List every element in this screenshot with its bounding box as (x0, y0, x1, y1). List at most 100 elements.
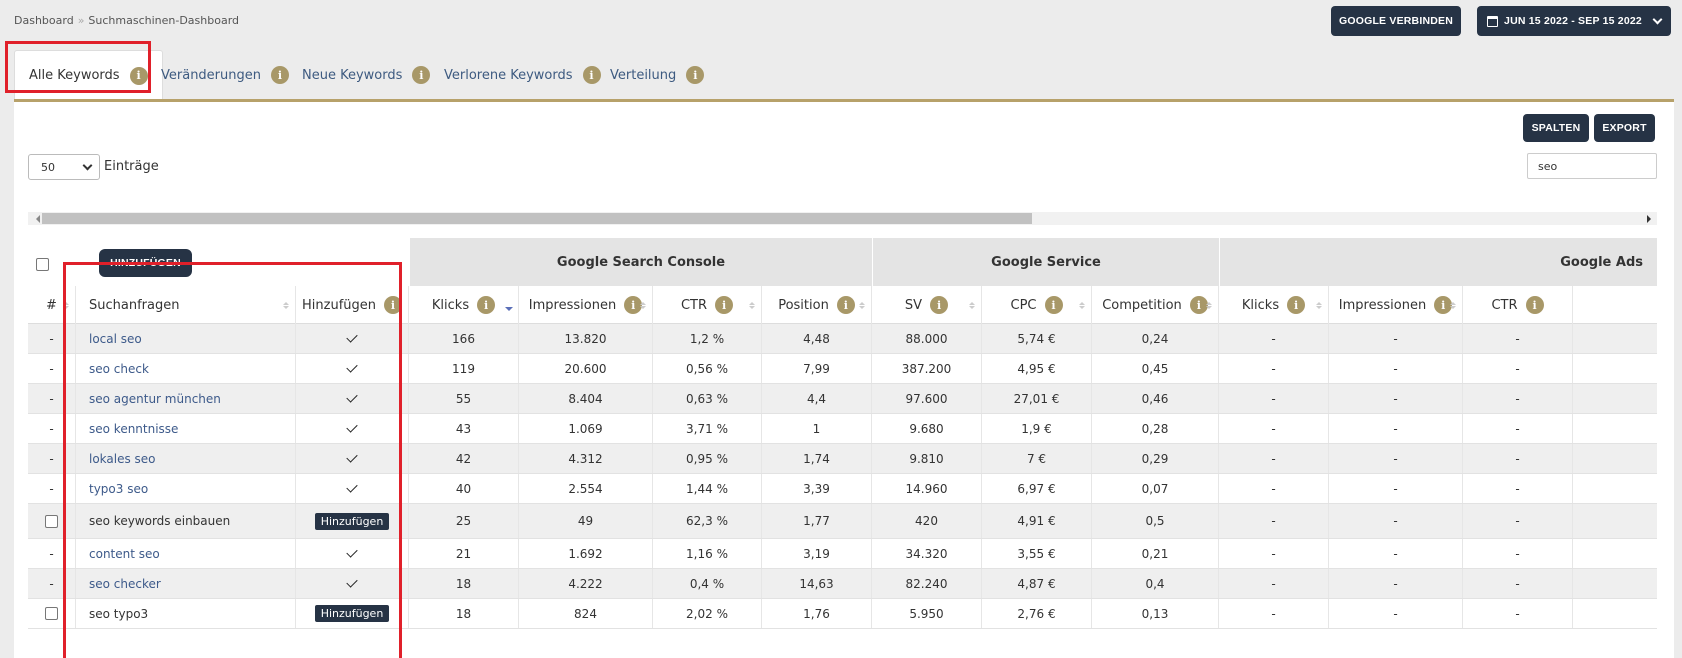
cell-value: 2.554 (568, 481, 603, 496)
cell-value: 5.950 (909, 606, 944, 621)
col-competition-cell: 0,29 (1092, 444, 1219, 473)
col-klicks-header[interactable]: Klicks i (409, 286, 519, 324)
col-impressionen-cell: 1.692 (519, 539, 653, 568)
cell-value: 4.222 (568, 576, 603, 591)
search-input[interactable]: seo (1527, 153, 1657, 179)
tab-verteilung[interactable]: Verteilung i (610, 50, 705, 100)
sort-icon[interactable] (640, 299, 646, 311)
col-ads-klicks-cell: - (1219, 324, 1329, 353)
column-header-label: # (46, 297, 57, 313)
col-sv-header[interactable]: SV i (872, 286, 982, 324)
col-ads-ctr-cell: - (1463, 539, 1573, 568)
scroll-right-icon[interactable] (1647, 215, 1655, 223)
row-number: - (49, 451, 54, 466)
sort-icon[interactable] (1450, 299, 1456, 311)
cell-value: 88.000 (905, 331, 948, 346)
cell-value: 0,13 (1141, 606, 1169, 621)
scroll-left-icon[interactable] (32, 215, 40, 223)
cell-value: 55 (455, 391, 472, 406)
cell-value: - (1515, 331, 1520, 346)
col-impressionen-header[interactable]: Impressionen i (519, 286, 653, 324)
export-button[interactable]: EXPORT (1594, 114, 1655, 142)
col-sv-cell: 9.810 (872, 444, 982, 473)
col-cpc-header[interactable]: CPC i (982, 286, 1092, 324)
col-ads-ctr-cell: - (1463, 569, 1573, 598)
cell-value: 0,5 (1145, 514, 1165, 528)
col-cpc-cell: 7 € (982, 444, 1092, 473)
info-icon[interactable]: i (1287, 296, 1306, 314)
info-icon[interactable]: i (271, 66, 289, 84)
info-icon[interactable]: i (715, 296, 734, 314)
cell-value: - (1271, 514, 1276, 528)
info-icon[interactable]: i (930, 296, 949, 314)
tab-neue-keywords[interactable]: Neue Keywords i (302, 50, 431, 100)
cell-value: 82.240 (905, 576, 948, 591)
col-position-header[interactable]: Position i (762, 286, 872, 324)
col-ctr-header[interactable]: CTR i (653, 286, 762, 324)
cell-value: 18 (455, 606, 472, 621)
highlight-columns-frame (63, 262, 402, 658)
sort-icon[interactable] (1316, 299, 1322, 311)
cell-value: 0,4 % (689, 576, 725, 591)
cell-value: 4.312 (568, 451, 603, 466)
row-number: - (49, 391, 54, 406)
column-header-label: CTR (1491, 297, 1518, 313)
col-cpc-cell: 1,9 € (982, 414, 1092, 443)
row-number: - (49, 421, 54, 436)
sort-icon[interactable] (1206, 299, 1212, 311)
info-icon[interactable]: i (1044, 296, 1063, 314)
info-icon[interactable]: i (412, 66, 431, 84)
breadcrumb-dashboard[interactable]: Dashboard (14, 14, 74, 27)
col-ads-klicks-header[interactable]: Klicks i (1219, 286, 1329, 324)
col-klicks-cell: 42 (409, 444, 519, 473)
info-icon[interactable]: i (582, 66, 601, 84)
tab-verlorene-keywords[interactable]: Verlorene Keywords i (444, 50, 601, 100)
sort-icon[interactable] (859, 299, 865, 311)
entries-select[interactable]: 50 (28, 154, 100, 180)
cell-value: 43 (455, 421, 472, 436)
cell-value: 62,3 % (686, 514, 728, 528)
cell-value: 42 (455, 451, 472, 466)
highlight-tab-frame (5, 41, 151, 93)
cell-value: 7,99 (803, 361, 830, 376)
col-competition-header[interactable]: Competition i (1092, 286, 1219, 324)
cell-value: - (1271, 481, 1276, 496)
sort-icon[interactable] (969, 299, 975, 311)
row-checkbox[interactable] (45, 514, 58, 528)
scrollbar-thumb[interactable] (42, 213, 1032, 224)
sort-icon[interactable] (749, 299, 755, 311)
row-number: - (49, 361, 54, 376)
cell-value: 8.404 (568, 391, 603, 406)
col-ctr-cell: 3,71 % (653, 414, 762, 443)
row-checkbox[interactable] (45, 607, 58, 620)
tab-veraenderungen[interactable]: Veränderungen i (161, 50, 289, 100)
cell-value: 1,2 % (689, 331, 725, 346)
col-ads-ctr-header[interactable]: CTR i (1463, 286, 1573, 324)
info-icon[interactable]: i (686, 66, 705, 84)
info-icon[interactable]: i (477, 296, 496, 314)
cell-value: 1,9 € (1021, 421, 1052, 436)
cell-value: 0,56 % (686, 361, 728, 376)
sort-desc-icon[interactable] (505, 299, 513, 311)
cell-value: - (1515, 421, 1520, 436)
date-range-button[interactable]: JUN 15 2022 - SEP 15 2022 (1477, 6, 1671, 36)
columns-button[interactable]: SPALTEN (1523, 114, 1589, 142)
col-klicks-cell: 25 (409, 504, 519, 538)
col-ads-impressionen-header[interactable]: Impressionen i (1329, 286, 1463, 324)
chevron-down-icon (82, 160, 93, 171)
cell-value: - (1271, 421, 1276, 436)
info-icon[interactable]: i (836, 296, 855, 314)
col-position-cell: 3,39 (762, 474, 872, 503)
col-impressionen-cell: 824 (519, 599, 653, 628)
col-sv-cell: 34.320 (872, 539, 982, 568)
sort-icon[interactable] (1079, 299, 1085, 311)
info-icon[interactable]: i (1525, 296, 1544, 314)
col-impressionen-cell: 4.222 (519, 569, 653, 598)
google-connect-button[interactable]: GOOGLE VERBINDEN (1331, 6, 1461, 36)
horizontal-scrollbar[interactable] (28, 212, 1657, 225)
cell-value: 3,19 (803, 546, 830, 561)
col-impressionen-cell: 4.312 (519, 444, 653, 473)
select-all-checkbox[interactable] (36, 258, 49, 271)
cell-value: 0,24 (1141, 331, 1169, 346)
col-klicks-cell: 43 (409, 414, 519, 443)
